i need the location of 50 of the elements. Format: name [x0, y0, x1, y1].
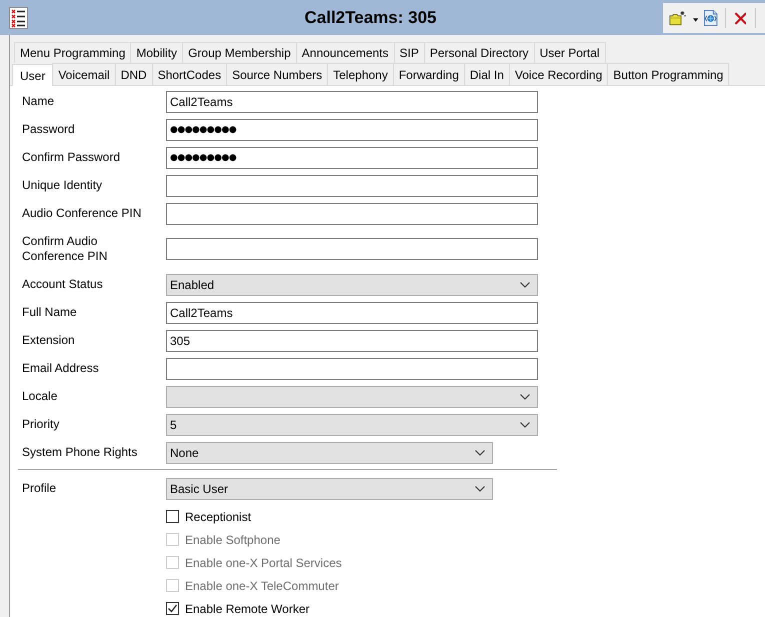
tab[interactable]: Button Programming — [607, 63, 730, 85]
text-field[interactable]: Call2Teams — [166, 90, 538, 112]
dropdown[interactable]: Basic User — [166, 478, 493, 500]
dropdown[interactable] — [166, 386, 538, 408]
checkbox-label: Enable Softphone — [185, 532, 280, 546]
document-icon[interactable] — [704, 9, 718, 27]
password-field[interactable]: ●●●●●●●●● — [166, 118, 538, 140]
field-label: Email Address — [22, 360, 100, 377]
field-label: Unique Identity — [22, 177, 104, 194]
text-field[interactable] — [166, 202, 538, 224]
password-field[interactable]: ●●●●●●●●● — [166, 146, 538, 168]
field-label: Locale — [22, 388, 58, 405]
chevron-icon — [475, 486, 485, 492]
folder-sparkle-icon[interactable] — [669, 10, 686, 26]
field-label: Confirm Audio Conference PIN — [22, 233, 108, 265]
checkbox-label: Receptionist — [185, 510, 252, 524]
checklist-icon[interactable] — [9, 6, 28, 28]
caret-icon[interactable] — [692, 18, 698, 22]
field-label: Audio Conference PIN — [22, 205, 142, 222]
checkbox[interactable] — [166, 510, 179, 523]
chevron-icon — [520, 394, 530, 400]
tab[interactable]: Menu Programming — [14, 42, 132, 63]
close-icon[interactable] — [734, 12, 746, 24]
field-label: Priority — [22, 416, 60, 433]
text-field[interactable]: 305 — [166, 330, 538, 352]
checkbox[interactable] — [166, 602, 179, 615]
tab[interactable]: User Portal — [534, 42, 606, 63]
field-label: Profile — [22, 480, 58, 497]
text-field[interactable] — [166, 238, 538, 260]
chevron-icon — [520, 282, 530, 288]
field-label: Account Status — [22, 276, 104, 293]
dropdown[interactable]: Enabled — [166, 274, 538, 296]
chevron-icon — [475, 450, 485, 456]
field-label: Extension — [22, 332, 76, 349]
field-label: Confirm Password — [22, 149, 122, 166]
chevron-icon — [520, 422, 530, 428]
checkbox-label: Enable one-X Portal Services — [185, 556, 342, 570]
text-field[interactable] — [166, 174, 538, 196]
dropdown[interactable]: 5 — [166, 414, 538, 436]
tab[interactable]: User — [12, 64, 54, 86]
field-label: System Phone Rights — [22, 444, 138, 461]
field-label: Name — [22, 93, 56, 110]
text-field[interactable]: Call2Teams — [166, 302, 538, 324]
checkbox-label: Enable Remote Worker — [185, 602, 310, 616]
checkbox-label: Enable one-X TeleCommuter — [185, 578, 339, 592]
text-field[interactable] — [166, 358, 538, 380]
field-label: Password — [22, 121, 76, 138]
window-title: Call2Teams: 305 — [304, 8, 438, 28]
dropdown[interactable]: None — [166, 442, 493, 464]
field-label: Full Name — [22, 304, 78, 321]
